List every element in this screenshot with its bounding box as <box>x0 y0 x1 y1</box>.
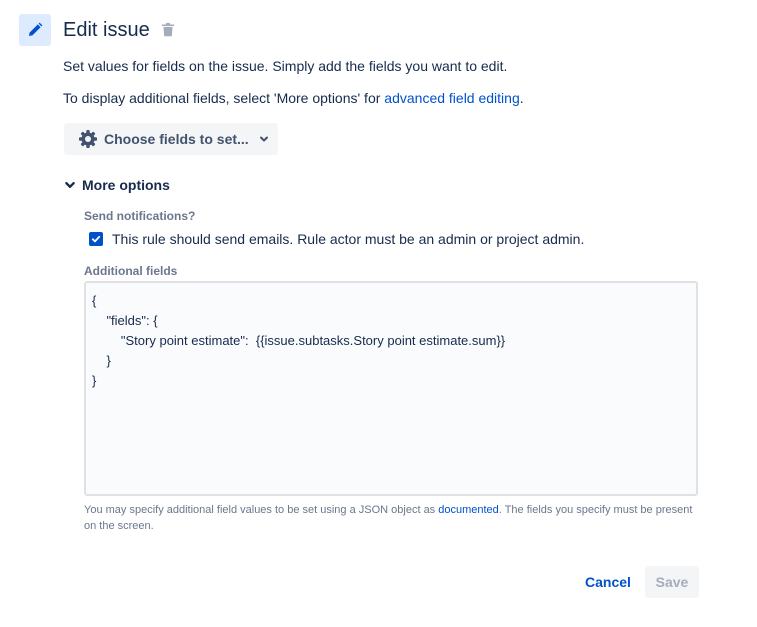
action-header: Edit issue <box>19 14 174 46</box>
send-emails-label: This rule should send emails. Rule actor… <box>112 231 585 247</box>
cancel-button[interactable]: Cancel <box>576 566 640 598</box>
documented-link[interactable]: documented <box>438 504 499 516</box>
send-emails-checkbox[interactable] <box>89 232 103 246</box>
choose-fields-label: Choose fields to set... <box>104 131 249 147</box>
more-options-toggle[interactable]: More options <box>64 176 170 194</box>
pencil-icon <box>19 14 51 46</box>
hint-suffix: . <box>519 90 524 106</box>
save-button[interactable]: Save <box>645 566 699 598</box>
chevron-down-icon <box>64 179 76 191</box>
intro-text: Set values for fields on the issue. Simp… <box>63 58 508 74</box>
page-title: Edit issue <box>63 18 150 41</box>
more-options-hint: To display additional fields, select 'Mo… <box>63 90 524 106</box>
hint-prefix: To display additional fields, select 'Mo… <box>63 90 385 106</box>
trash-icon[interactable] <box>161 23 174 37</box>
more-options-label: More options <box>82 177 170 193</box>
additional-fields-textarea[interactable]: { "fields": { "Story point estimate": {{… <box>84 281 698 496</box>
checkmark-icon <box>91 235 101 243</box>
send-emails-checkbox-row[interactable]: This rule should send emails. Rule actor… <box>89 231 584 247</box>
chevron-down-icon <box>259 134 269 144</box>
additional-fields-help: You may specify additional field values … <box>84 502 704 534</box>
help-prefix: You may specify additional field values … <box>84 504 439 516</box>
choose-fields-button[interactable]: Choose fields to set... <box>64 123 278 155</box>
advanced-field-editing-link[interactable]: advanced field editing <box>384 90 519 106</box>
send-notifications-label: Send notifications? <box>84 209 196 223</box>
gear-icon <box>78 129 98 149</box>
additional-fields-label: Additional fields <box>84 264 178 278</box>
